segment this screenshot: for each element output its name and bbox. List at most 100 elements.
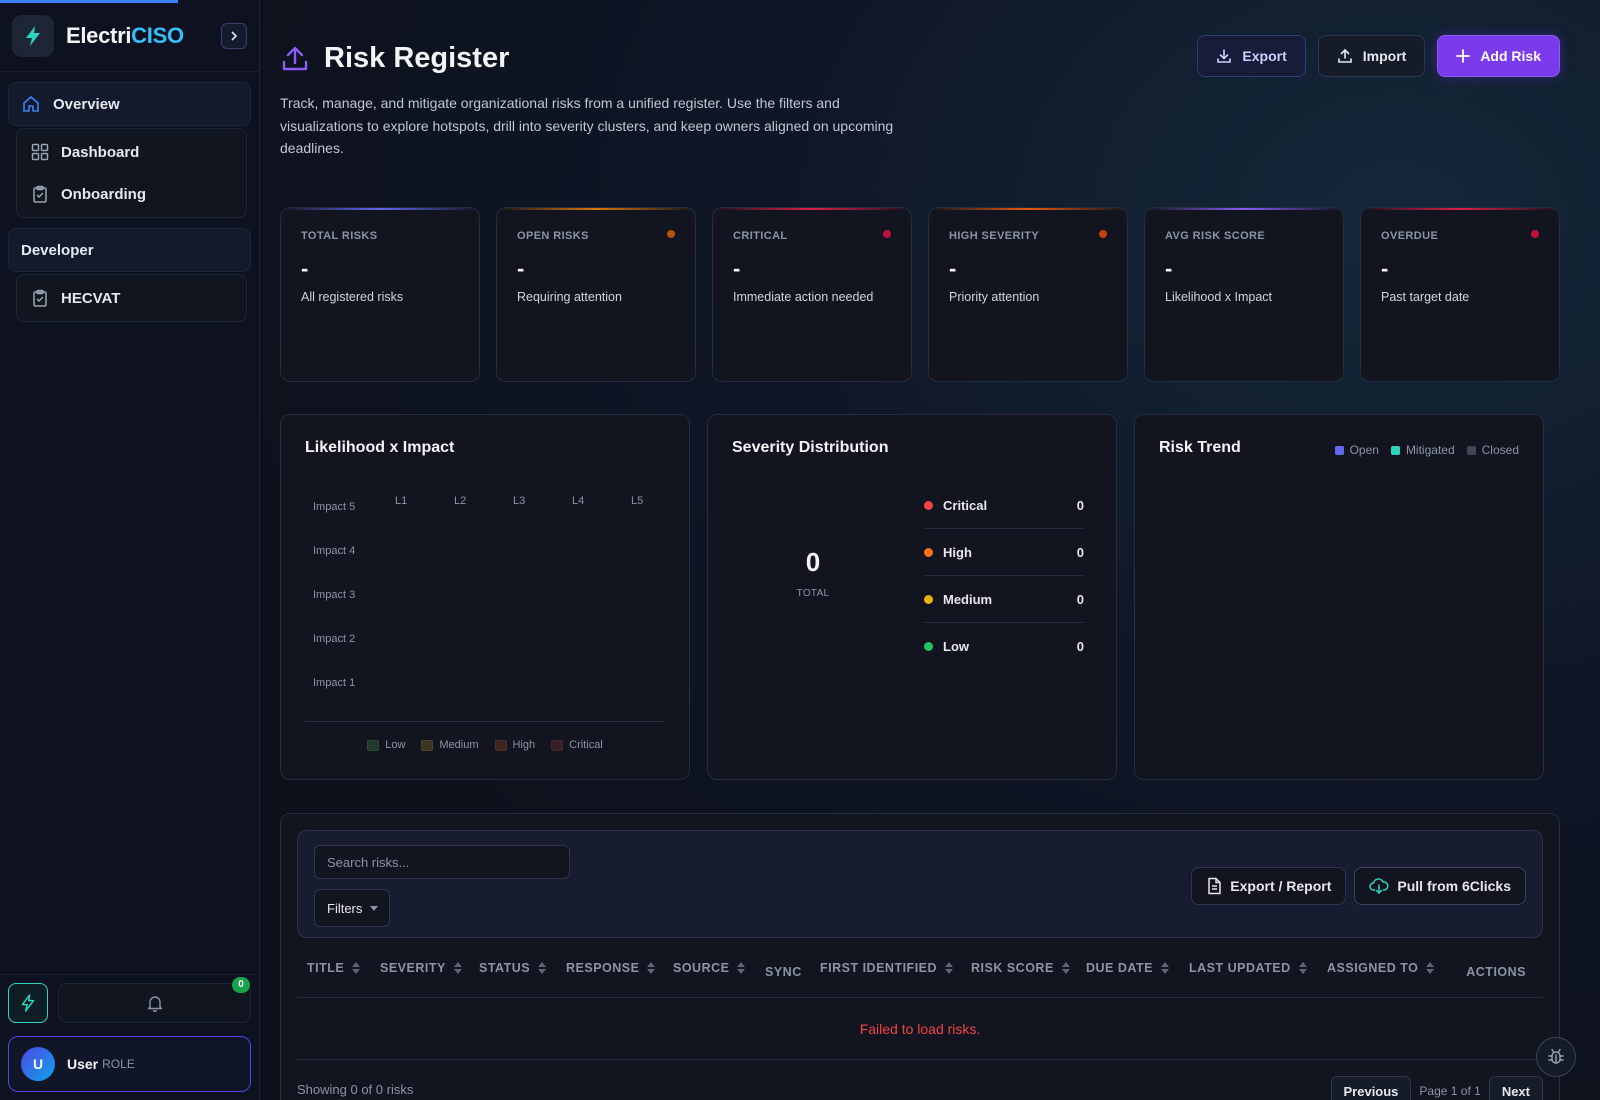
legend-item-low: Low [367,739,405,751]
stat-value: - [1381,256,1389,281]
severity-label: Medium [943,591,993,607]
column-header-label: SYNC [765,964,802,979]
legend-swatch [494,739,507,751]
previous-page-button[interactable]: Previous [1330,1076,1412,1100]
stat-value: - [949,256,957,281]
nav-group-overview-label: Overview [53,95,120,113]
column-header-label: DUE DATE [1086,960,1153,975]
filters-dropdown[interactable]: Filters [314,889,390,927]
severity-label: Low [943,639,969,654]
legend-item-critical: Critical [551,739,603,751]
export-button[interactable]: Export [1197,35,1306,77]
legend-label: Medium [439,739,479,751]
sidebar: ElectriCISO Overview Dashboard Onboardin… [0,0,260,1100]
add-risk-button[interactable]: Add Risk [1437,35,1560,77]
legend-label: Open [1349,443,1379,457]
status-dot [667,230,675,238]
stat-accent-bar [713,208,911,210]
sort-icon [737,961,746,974]
panel-title: Likelihood x Impact [305,439,455,456]
column-header-response[interactable]: RESPONSE [566,961,673,975]
legend-swatch [1390,445,1400,455]
stat-value: - [733,256,741,281]
sidebar-item-hecvat[interactable]: HECVAT [17,277,246,319]
legend-swatch [421,739,434,751]
matrix-likelihood-label: L4 [572,495,585,507]
legend-swatch [551,739,564,751]
upload-icon [282,46,308,70]
user-menu[interactable]: U User ROLE [8,1036,251,1092]
brand-name-part2: CISO [131,22,184,48]
legend-item-closed[interactable]: Closed [1466,443,1519,457]
pull-from-6clicks-button[interactable]: Pull from 6Clicks [1354,867,1526,905]
sidebar-item-onboarding[interactable]: Onboarding [17,173,246,215]
header-actions: Export Import Add Risk [1197,35,1560,77]
clipboard-check-icon [31,185,49,203]
column-header-risk-score[interactable]: RISK SCORE [971,961,1086,975]
toolbar-actions: Export / Report Pull from 6Clicks [1191,867,1526,905]
legend-item-mitigated[interactable]: Mitigated [1390,443,1455,457]
legend-swatch [1334,445,1344,455]
loading-progress-bar [0,0,178,3]
column-header-title[interactable]: TITLE [307,961,380,975]
search-input[interactable]: Search risks... [314,845,570,879]
column-header-label: LAST UPDATED [1189,960,1291,975]
legend-item-open[interactable]: Open [1334,443,1379,457]
column-header-severity[interactable]: SEVERITY [380,961,479,975]
legend-swatch [367,739,380,751]
column-header-status[interactable]: STATUS [479,961,566,975]
matrix-likelihood-label: L1 [395,495,408,507]
bug-report-button[interactable] [1536,1037,1576,1077]
sort-icon [1160,961,1169,974]
risk-trend-panel: Risk Trend Open Mitigated Closed [1134,414,1544,780]
stat-accent-bar [1361,208,1559,210]
cloud-download-icon [1369,877,1389,895]
sidebar-quick-actions: 0 [0,974,259,1030]
severity-dot [924,642,933,651]
grid-icon [31,143,49,161]
import-button[interactable]: Import [1317,35,1426,77]
column-header-last-updated[interactable]: LAST UPDATED [1189,961,1327,975]
nav-group-overview[interactable]: Overview [8,82,251,126]
sort-icon [538,961,547,974]
column-header-label: ASSIGNED TO [1327,960,1419,975]
stat-accent-bar [1145,208,1343,210]
legend-label: Closed [1481,443,1519,457]
legend-label: Mitigated [1405,443,1455,457]
user-role: ROLE [102,1057,135,1071]
panel-title: Severity Distribution [732,439,889,456]
export-report-button[interactable]: Export / Report [1191,867,1347,905]
stat-label: AVG RISK SCORE [1165,230,1266,242]
legend-item-medium: Medium [421,739,479,751]
column-header-first-identified[interactable]: FIRST IDENTIFIED [820,961,971,975]
stat-description: Likelihood x Impact [1165,290,1273,304]
table-toolbar: Search risks... Filters Export / Report [297,830,1543,938]
risk-table-section: Search risks... Filters Export / Report [280,813,1560,1100]
filters-label: Filters [327,900,363,916]
nav-group-developer[interactable]: Developer [8,228,251,272]
brand-name: ElectriCISO [66,23,184,49]
download-icon [1216,48,1232,64]
notifications-button[interactable]: 0 [58,976,251,1023]
column-header-source[interactable]: SOURCE [673,961,765,975]
trend-legend[interactable]: Open Mitigated Closed [1334,443,1519,457]
upload-icon [1337,48,1353,64]
severity-dot [924,594,933,604]
sidebar-item-dashboard[interactable]: Dashboard [17,131,246,173]
column-header-assigned-to[interactable]: ASSIGNED TO [1327,961,1454,975]
stat-description: Immediate action needed [733,290,874,304]
column-header-due-date[interactable]: DUE DATE [1086,961,1189,975]
page-info: Page 1 of 1 [1419,1084,1481,1098]
quick-action-button[interactable] [8,982,48,1023]
severity-total: 0 TOTAL [778,547,848,599]
nav-developer-items: HECVAT [16,274,247,322]
next-page-button[interactable]: Next [1488,1076,1543,1100]
sidebar-item-label: Dashboard [61,143,140,161]
severity-dot [924,500,933,510]
stat-accent-bar [929,208,1127,210]
matrix-impact-label: Impact 2 [313,633,356,645]
matrix-impact-label: Impact 3 [313,589,356,601]
stat-card-total-risks: TOTAL RISKS - All registered risks [280,207,480,382]
stats-row: TOTAL RISKS - All registered risks OPEN … [280,207,1560,382]
sidebar-expand-button[interactable] [221,22,247,49]
